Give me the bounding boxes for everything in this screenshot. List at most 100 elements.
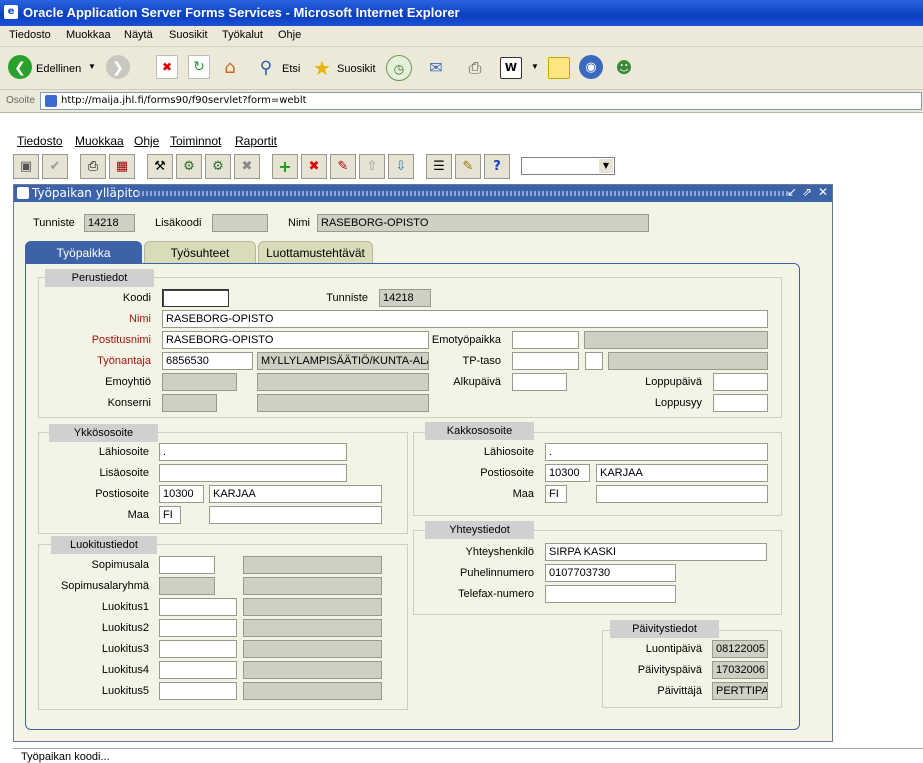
address-input[interactable]: http://maija.jhl.fi/forms90/f90servlet?f… bbox=[40, 92, 922, 110]
koodi-field[interactable] bbox=[162, 289, 229, 307]
tptaso-name-field[interactable] bbox=[608, 352, 768, 370]
sopimusalaryhma-field[interactable] bbox=[159, 577, 215, 595]
print-icon[interactable]: ⎙ bbox=[80, 154, 106, 179]
chevron-down-icon[interactable]: ▼ bbox=[599, 159, 613, 173]
perustiedot-tunniste-field[interactable]: 14218 bbox=[379, 289, 431, 307]
forms-menu-ohje[interactable]: Ohje bbox=[134, 134, 159, 148]
tab-tyopaikka[interactable]: Työpaikka bbox=[25, 241, 142, 264]
header-tunniste-field[interactable]: 14218 bbox=[84, 214, 135, 232]
emotyopaikka-name-field[interactable] bbox=[584, 331, 768, 349]
tyonantaja-name-field[interactable]: MYLLYLAMPISÄÄTIÖ/KUNTA-ALA bbox=[257, 352, 429, 370]
header-lisakoodi-field[interactable] bbox=[212, 214, 268, 232]
kakkos-maa-field[interactable]: FI bbox=[545, 485, 567, 503]
luokitus3-field[interactable] bbox=[159, 640, 237, 658]
puhelinnumero-field[interactable]: 0107703730 bbox=[545, 564, 676, 582]
enter-query-icon[interactable]: ⚒ bbox=[147, 154, 173, 179]
ie-menu-tools[interactable]: Työkalut bbox=[222, 29, 263, 41]
cancel-query-icon[interactable]: ✖ bbox=[234, 154, 260, 179]
contacts-icon[interactable]: ☻ bbox=[612, 55, 636, 81]
sopimusala-name-field[interactable] bbox=[243, 556, 382, 574]
accept-check-icon[interactable]: ✔ bbox=[42, 154, 68, 179]
list-of-values-icon[interactable]: ☰ bbox=[426, 154, 452, 179]
history-icon[interactable]: ◷ bbox=[386, 55, 412, 81]
sopimusala-field[interactable] bbox=[159, 556, 215, 574]
search-label[interactable]: Etsi bbox=[282, 63, 300, 75]
edit-field-icon[interactable]: ✎ bbox=[455, 154, 481, 179]
ie-menu-favorites[interactable]: Suosikit bbox=[169, 29, 208, 41]
kakkos-postinumero-field[interactable]: 10300 bbox=[545, 464, 590, 482]
kakkos-postitoimipaikka-field[interactable]: KARJAA bbox=[596, 464, 768, 482]
tptaso-code-field[interactable] bbox=[585, 352, 603, 370]
luokitus4-name-field[interactable] bbox=[243, 661, 382, 679]
refresh-icon[interactable]: ↻ bbox=[188, 55, 210, 79]
messenger-globe-icon[interactable]: ◉ bbox=[579, 55, 603, 79]
forms-menu-tiedosto[interactable]: Tiedosto bbox=[17, 134, 63, 148]
alkupaiva-field[interactable] bbox=[512, 373, 567, 391]
ykkos-postitoimipaikka-field[interactable]: KARJAA bbox=[209, 485, 382, 503]
mail-icon[interactable]: ✉ bbox=[424, 55, 448, 81]
tab-luottamustehtavat[interactable]: Luottamustehtävät bbox=[258, 241, 373, 264]
minimize-icon[interactable]: ↙ bbox=[787, 185, 797, 199]
execute-query-icon[interactable]: ⚙ bbox=[176, 154, 202, 179]
forms-menu-muokkaa[interactable]: Muokkaa bbox=[75, 134, 124, 148]
search-icon[interactable]: ⚲ bbox=[254, 55, 278, 81]
paivittaja-field[interactable]: PERTTIPA bbox=[712, 682, 768, 700]
ykkos-lisaosoite-field[interactable] bbox=[159, 464, 347, 482]
forward-arrow-icon[interactable]: ❯ bbox=[106, 55, 130, 79]
emoyhtio-name-field[interactable] bbox=[257, 373, 429, 391]
ie-menu-help[interactable]: Ohje bbox=[278, 29, 301, 41]
forms-menu-toiminnot[interactable]: Toiminnot bbox=[170, 134, 221, 148]
header-nimi-field[interactable]: RASEBORG-OPISTO bbox=[317, 214, 649, 232]
favorites-star-icon[interactable]: ★ bbox=[310, 55, 334, 81]
konserni-field[interactable] bbox=[162, 394, 217, 412]
ykkos-lahiosoite-field[interactable]: . bbox=[159, 443, 347, 461]
loppusyy-field[interactable] bbox=[713, 394, 768, 412]
luokitus4-field[interactable] bbox=[159, 661, 237, 679]
forms-menu-raportit[interactable]: Raportit bbox=[235, 134, 277, 148]
emotyopaikka-field[interactable] bbox=[512, 331, 579, 349]
save-disk-icon[interactable]: ▣ bbox=[13, 154, 39, 179]
next-record-icon[interactable]: ⇩ bbox=[388, 154, 414, 179]
ie-menu-file[interactable]: Tiedosto bbox=[9, 29, 51, 41]
close-icon[interactable]: ✕ bbox=[818, 185, 828, 199]
back-label[interactable]: Edellinen bbox=[36, 63, 81, 75]
ykkos-maa-field[interactable]: FI bbox=[159, 506, 181, 524]
luokitus1-name-field[interactable] bbox=[243, 598, 382, 616]
luokitus2-field[interactable] bbox=[159, 619, 237, 637]
help-question-icon[interactable]: ? bbox=[484, 154, 510, 179]
sopimusalaryhma-name-field[interactable] bbox=[243, 577, 382, 595]
loppupaiva-field[interactable] bbox=[713, 373, 768, 391]
nimi-field[interactable]: RASEBORG-OPISTO bbox=[162, 310, 768, 328]
edit-word-icon[interactable]: W bbox=[500, 57, 522, 79]
tptaso-field[interactable] bbox=[512, 352, 579, 370]
toolbar-combo-select[interactable]: ▼ bbox=[521, 157, 615, 175]
count-query-icon[interactable]: ⚙ bbox=[205, 154, 231, 179]
luontipaiva-field[interactable]: 08122005 bbox=[712, 640, 768, 658]
favorites-label[interactable]: Suosikit bbox=[337, 63, 376, 75]
insert-record-icon[interactable]: + bbox=[272, 154, 298, 179]
tyonantaja-field[interactable]: 6856530 bbox=[162, 352, 253, 370]
kakkos-maa-name-field[interactable] bbox=[596, 485, 768, 503]
print-icon[interactable]: ⎙ bbox=[463, 55, 487, 81]
edit-dropdown-icon[interactable]: ▼ bbox=[531, 62, 539, 71]
previous-record-icon[interactable]: ⇧ bbox=[359, 154, 385, 179]
maximize-icon[interactable]: ⇗ bbox=[802, 185, 812, 199]
emoyhtio-field[interactable] bbox=[162, 373, 237, 391]
back-arrow-icon[interactable]: ❮ bbox=[8, 55, 32, 79]
konserni-name-field[interactable] bbox=[257, 394, 429, 412]
ie-menu-view[interactable]: Näytä bbox=[124, 29, 153, 41]
back-dropdown-icon[interactable]: ▼ bbox=[88, 62, 96, 71]
ykkos-maa-name-field[interactable] bbox=[209, 506, 382, 524]
postitusnimi-field[interactable]: RASEBORG-OPISTO bbox=[162, 331, 429, 349]
ie-menu-edit[interactable]: Muokkaa bbox=[66, 29, 111, 41]
kakkos-lahiosoite-field[interactable]: . bbox=[545, 443, 768, 461]
tab-tyosuhteet[interactable]: Työsuhteet bbox=[144, 241, 256, 264]
stop-icon[interactable]: ✖ bbox=[156, 55, 178, 79]
luokitus5-name-field[interactable] bbox=[243, 682, 382, 700]
ykkos-postinumero-field[interactable]: 10300 bbox=[159, 485, 204, 503]
clear-record-icon[interactable]: ✎ bbox=[330, 154, 356, 179]
delete-record-icon[interactable]: ✖ bbox=[301, 154, 327, 179]
home-icon[interactable]: ⌂ bbox=[218, 55, 242, 81]
luokitus2-name-field[interactable] bbox=[243, 619, 382, 637]
print-preview-icon[interactable]: ▦ bbox=[109, 154, 135, 179]
